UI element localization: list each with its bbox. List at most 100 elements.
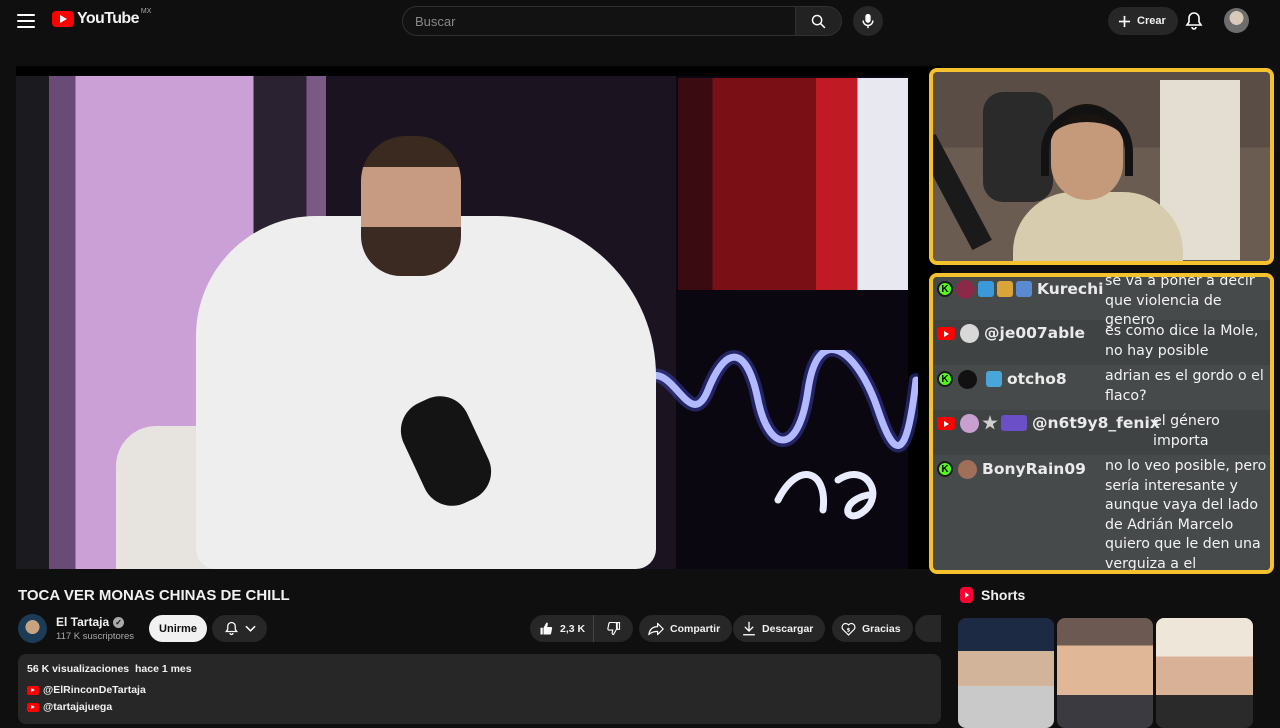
badge-icon (978, 281, 994, 297)
create-label: Crear (1137, 15, 1166, 27)
thanks-button[interactable]: $ Gracias (832, 615, 913, 642)
streamer-webcam (929, 68, 1274, 265)
chat-message: K Kurechi se va a poner a decir que viol… (933, 277, 1270, 328)
video-title: TOCA VER MONAS CHINAS DE CHILL (18, 587, 290, 604)
subscription-notifications-button[interactable] (212, 615, 267, 642)
badge-icon (986, 371, 1002, 387)
chat-username: otcho8 (1007, 370, 1067, 388)
link-label: @ElRinconDeTartaja (43, 684, 146, 696)
chat-user: K Kurechi (933, 277, 1103, 320)
chat-text: es como dice la Mole, no hay posible (1105, 323, 1259, 359)
download-label: Descargar (762, 622, 814, 635)
thanks-label: Gracias (862, 622, 901, 635)
kick-icon: K (937, 371, 953, 387)
webcam-streamer-body (1013, 192, 1183, 261)
user-avatar (956, 280, 975, 299)
search-icon (811, 14, 826, 28)
like-dislike-group: 2,3 K (530, 615, 633, 642)
more-actions-button[interactable] (915, 615, 941, 642)
view-count: 56 K visualizaciones (27, 663, 130, 675)
search-button[interactable] (796, 6, 842, 36)
description-box[interactable]: 56 K visualizaciones hace 1 mes @ElRinco… (18, 654, 941, 724)
description-link[interactable]: @ElRinconDeTartaja (27, 684, 146, 696)
plus-icon (1118, 15, 1131, 27)
thumbs-down-icon (607, 621, 621, 636)
voice-search-button[interactable] (853, 6, 883, 36)
notifications-bell-icon[interactable] (1184, 11, 1204, 31)
share-label: Compartir (670, 622, 721, 635)
chat-username: Kurechi (1037, 280, 1104, 298)
svg-text:$: $ (847, 627, 851, 633)
channel-avatar[interactable] (18, 614, 47, 643)
crown-icon (997, 281, 1013, 297)
video-player[interactable] (16, 66, 941, 569)
kick-icon: K (937, 281, 953, 297)
video-scene-window (678, 78, 908, 290)
youtube-icon (27, 702, 39, 712)
verified-check-icon: ✓ (113, 616, 125, 628)
chat-user: @n6t9y8_fenix (933, 410, 1160, 455)
youtube-icon (937, 327, 955, 340)
chevron-down-icon (244, 625, 256, 632)
link-label: @tartajajuega (43, 701, 113, 713)
channel-name: El Tartaja (56, 615, 110, 629)
subscriber-count: 117 K suscriptores (56, 631, 134, 642)
chat-message: K otcho8 adrian es el gordo o el flaco? (933, 365, 1270, 410)
short-thumbnail[interactable] (1156, 618, 1253, 728)
microphone-icon (862, 13, 874, 29)
share-button[interactable]: Compartir (639, 615, 733, 642)
star-icon (982, 415, 998, 430)
thumbs-up-icon (540, 622, 553, 635)
dislike-button[interactable] (594, 615, 633, 642)
chat-message: @n6t9y8_fenix el género importa (933, 410, 1270, 455)
download-button[interactable]: Descargar (733, 615, 826, 642)
shorts-icon (960, 587, 973, 603)
chat-user: @je007able (933, 320, 1085, 365)
channel-name-link[interactable]: El Tartaja ✓ (56, 615, 125, 629)
user-avatar (958, 370, 977, 389)
share-icon (648, 622, 664, 635)
thanks-heart-icon: $ (841, 622, 856, 636)
chat-text: el género importa (1153, 413, 1220, 449)
chat-text: adrian es el gordo o el flaco? (1105, 368, 1264, 404)
description-meta: 56 K visualizaciones hace 1 mes (27, 663, 192, 675)
neon-sign-graphic (631, 350, 918, 520)
menu-button[interactable] (14, 11, 38, 31)
headset-icon (1041, 106, 1133, 176)
search-bar (402, 6, 842, 36)
youtube-play-icon (52, 11, 74, 27)
chat-username: @je007able (984, 324, 1086, 342)
youtube-logo[interactable]: YouTube MX (52, 7, 152, 28)
user-avatar (958, 460, 977, 479)
shorts-label: Shorts (981, 587, 1026, 603)
chat-username: @n6t9y8_fenix (1032, 414, 1160, 432)
download-icon (743, 621, 755, 636)
chat-message: K BonyRain09 no lo veo posible, pero ser… (933, 455, 1270, 570)
logo-text: YouTube (77, 10, 139, 27)
upload-date: hace 1 mes (134, 663, 192, 675)
description-link[interactable]: @tartajajuega (27, 701, 112, 713)
youtube-icon (27, 685, 39, 695)
shorts-header: Shorts (960, 587, 1025, 603)
country-code: MX (140, 7, 152, 15)
video-person-head (361, 136, 461, 276)
search-input[interactable] (402, 6, 796, 36)
stream-chat-overlay: K Kurechi se va a poner a decir que viol… (929, 273, 1274, 574)
chat-user: K otcho8 (933, 365, 1067, 410)
join-button[interactable]: Unirme (149, 615, 207, 642)
account-avatar[interactable] (1224, 8, 1249, 33)
top-bar: YouTube MX Crear (0, 0, 1280, 42)
user-avatar (960, 414, 979, 433)
create-button[interactable]: Crear (1108, 7, 1178, 35)
user-avatar (960, 324, 979, 343)
youtube-icon (937, 417, 955, 430)
short-thumbnail[interactable] (958, 618, 1054, 728)
chat-text: no lo veo posible, pero sería interesant… (1105, 458, 1267, 572)
like-count: 2,3 K (560, 622, 586, 635)
badge-icon (1016, 281, 1032, 297)
short-thumbnail[interactable] (1057, 618, 1153, 728)
kick-icon: K (937, 461, 953, 477)
chat-user: K BonyRain09 (933, 455, 1086, 570)
bell-icon (224, 621, 238, 636)
like-button[interactable]: 2,3 K (530, 615, 594, 642)
